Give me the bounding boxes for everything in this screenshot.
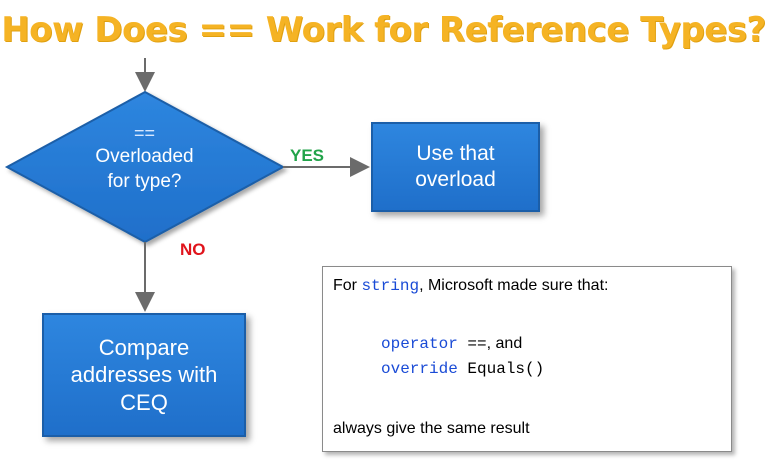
use-overload-line2: overload	[415, 168, 496, 191]
note-intro: For string, Microsoft made sure that:	[333, 277, 608, 295]
keyword-operator: operator	[381, 335, 458, 353]
yes-label: YES	[290, 146, 325, 165]
note-keyword-string: string	[361, 277, 420, 295]
decision-operator: ==	[133, 123, 156, 143]
use-overload-box: Use that overload	[371, 122, 540, 212]
decision-line-for-type: for type?	[107, 171, 182, 193]
note-code-override: override Equals()	[381, 360, 544, 378]
use-overload-line1: Use that	[416, 141, 495, 165]
decision-line-overloaded: Overloaded	[95, 146, 194, 168]
compare-line2: addresses with	[70, 362, 218, 388]
note-code-operator: operator ==, and	[381, 335, 522, 353]
code-equality-operator: ==	[457, 335, 487, 353]
no-label: NO	[180, 240, 206, 259]
compare-addresses-box: Compare addresses with CEQ	[42, 313, 246, 437]
string-note-box: For string, Microsoft made sure that: op…	[322, 266, 732, 452]
note-intro-prefix: For	[333, 277, 362, 294]
note-closing: always give the same result	[333, 420, 530, 437]
compare-line1: Compare	[98, 334, 190, 360]
keyword-override: override	[381, 360, 458, 378]
code-and-text: , and	[486, 335, 523, 352]
code-equals-method: Equals()	[457, 360, 545, 378]
decision-label: == Overloaded for type?	[62, 122, 227, 195]
compare-line3: CEQ	[120, 389, 168, 415]
note-intro-suffix: , Microsoft made sure that:	[419, 277, 609, 294]
